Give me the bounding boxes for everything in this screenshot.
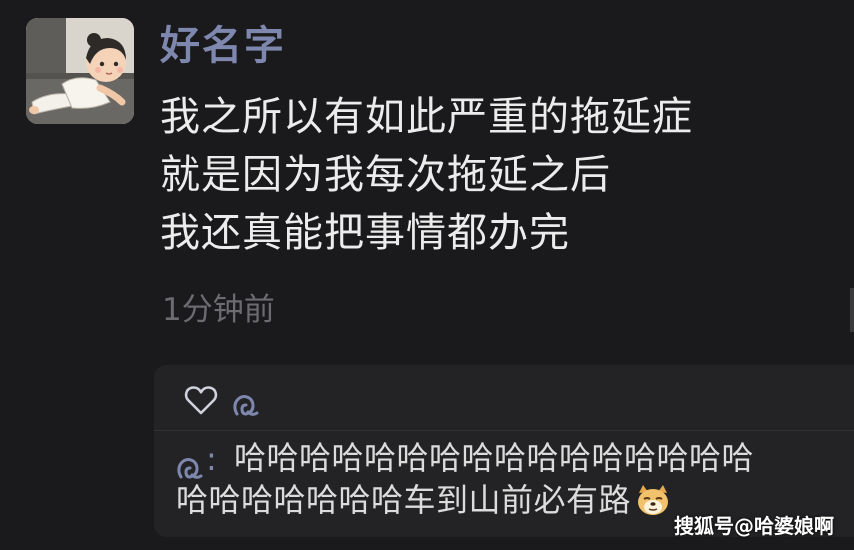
comment-colon: : bbox=[206, 440, 217, 478]
likes-row bbox=[184, 379, 260, 421]
comment-line-text: 哈哈哈哈哈哈哈车到山前必有路 bbox=[176, 481, 632, 519]
username[interactable]: 好名字 bbox=[160, 20, 286, 72]
comment-action-edge[interactable] bbox=[850, 288, 854, 332]
avatar-illustration bbox=[26, 18, 134, 124]
post-timestamp: 1分钟前 bbox=[162, 292, 275, 328]
comment-text: 哈哈哈哈哈哈哈哈哈哈哈哈哈哈哈哈 哈哈哈哈哈哈哈车到山前必有路 bbox=[176, 437, 854, 521]
panel-divider bbox=[154, 430, 854, 431]
post-line: 就是因为我每次拖延之后 bbox=[160, 152, 611, 198]
post-line: 我之所以有如此严重的拖延症 bbox=[160, 94, 693, 140]
post-content: 我之所以有如此严重的拖延症 就是因为我每次拖延之后 我还真能把事情都办完 bbox=[160, 88, 693, 262]
comment-line: 哈哈哈哈哈哈哈哈哈哈哈哈哈哈哈哈 bbox=[234, 439, 755, 477]
heart-icon[interactable] bbox=[184, 385, 218, 415]
post-line: 我还真能把事情都办完 bbox=[160, 210, 570, 256]
avatar[interactable] bbox=[26, 18, 134, 124]
watermark: 搜狐号@哈婆娘啊 bbox=[674, 514, 834, 538]
doge-emoji-icon bbox=[638, 485, 669, 515]
user-glyph-icon[interactable] bbox=[232, 394, 260, 420]
